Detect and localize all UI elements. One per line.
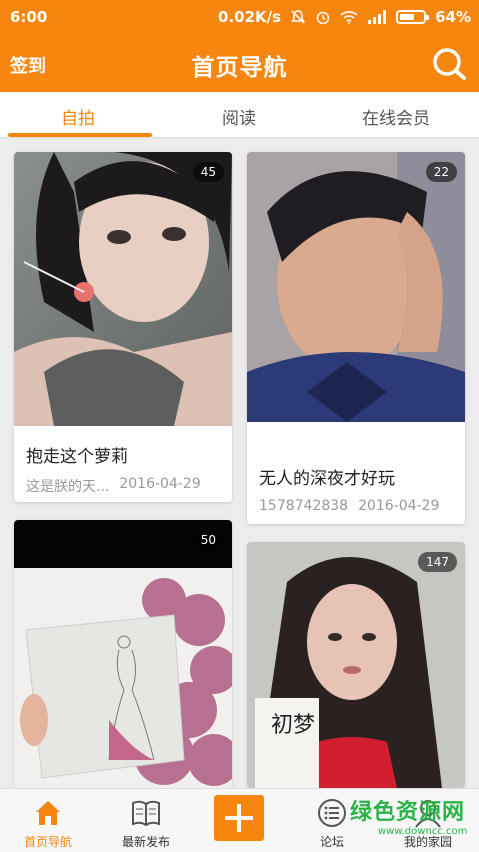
post-title: 抱走这个萝莉 [26,447,128,467]
page-title: 首页导航 [191,55,288,81]
nav-label: 首页导航 [23,835,72,849]
post-card[interactable]: 45 抱走这个萝莉 这是朕的天... 2016-04-29 [14,152,232,502]
tab-reading[interactable]: 阅读 [222,104,256,129]
wifi-icon [340,11,358,24]
tab-selfie[interactable]: 自拍 [61,104,95,129]
alarm-icon [316,11,330,25]
nav-latest[interactable]: 最新发布 [98,789,194,852]
mute-icon [291,10,306,24]
book-icon [132,800,160,827]
post-meta: 这是朕的天... 2016-04-29 [26,476,222,496]
tab-bar: 自拍 阅读 在线会员 [0,92,479,138]
post-card[interactable]: 22 无人的深夜才好玩 1578742838 2016-04-29 [247,152,465,524]
post-card[interactable]: 初梦 147 [247,542,465,788]
photo-count-badge: 22 [425,162,457,182]
nav-label: 最新发布 [121,835,170,849]
add-post-button[interactable] [214,795,264,841]
photo-count-badge: 45 [192,162,224,182]
nav-home[interactable]: 首页导航 [0,789,96,852]
tab-indicator [8,133,152,137]
tab-online-members[interactable]: 在线会员 [362,104,430,129]
home-icon [36,801,60,825]
post-meta: 1578742838 2016-04-29 [259,498,455,514]
watermark: 绿色资源网 www.downcc.com [348,794,476,844]
network-speed: 0.02K/s [218,8,282,26]
status-bar: 6:00 0.02K/s 64% [0,0,479,36]
post-photo[interactable] [14,520,232,788]
photo-count-badge: 50 [192,530,224,550]
post-author: 这是朕的天... [26,479,110,495]
status-indicators: 0.02K/s 64% [218,8,471,26]
post-date: 2016-04-29 [119,476,201,492]
app-header: 签到 首页导航 [0,36,479,92]
photo-caption: 初梦 [271,713,315,738]
post-date: 2016-04-29 [358,498,440,514]
photo-count-badge: 147 [418,552,457,572]
battery-percent: 64% [435,8,471,26]
battery-icon [396,10,430,24]
battery-level [400,14,415,20]
post-photo[interactable] [14,152,232,426]
signal-icon [368,10,387,24]
post-photo[interactable] [247,152,465,422]
post-card[interactable]: 50 [14,520,232,788]
status-time: 6:00 [10,8,48,26]
watermark-url: www.downcc.com [378,826,468,837]
watermark-text: 绿色资源网 [350,800,466,825]
post-author: 1578742838 [259,498,349,514]
post-title: 无人的深夜才好玩 [259,469,395,489]
post-photo[interactable]: 初梦 [247,542,465,788]
search-icon[interactable] [431,46,467,82]
list-icon [318,799,346,827]
plus-icon [225,804,253,832]
